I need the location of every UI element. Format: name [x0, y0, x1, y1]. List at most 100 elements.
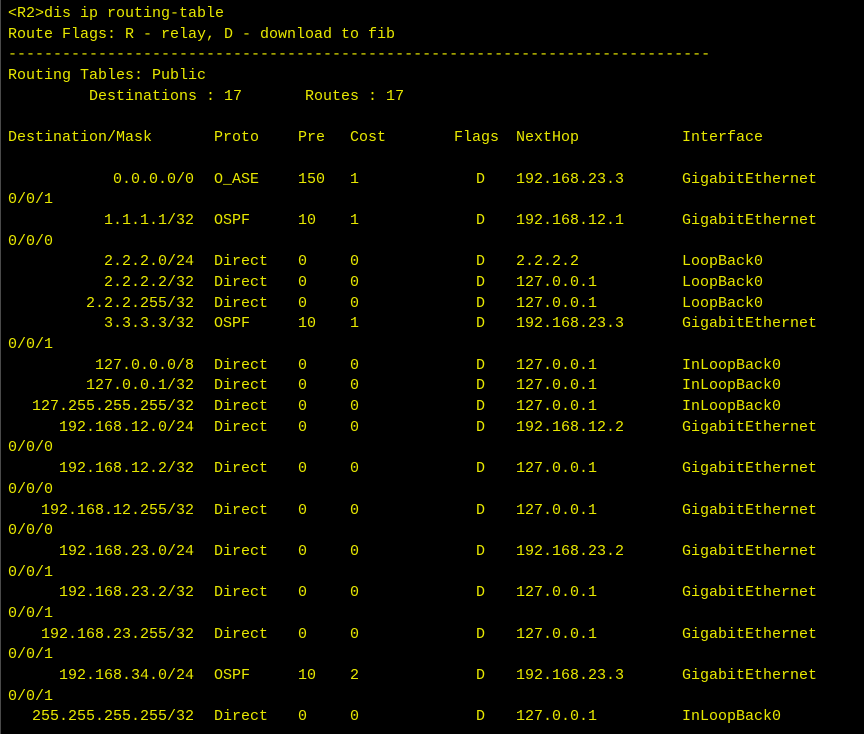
route-destination: 192.168.12.255/32: [41, 501, 195, 519]
route-flags: D: [476, 625, 486, 643]
route-interface: LoopBack0: [682, 273, 764, 291]
route-nexthop: 192.168.23.2: [516, 542, 625, 560]
route-destination: 192.168.12.0/24: [59, 418, 195, 436]
header-flags: Flags: [454, 129, 500, 147]
route-interface: GigabitEthernet: [682, 542, 818, 560]
route-proto: Direct: [214, 377, 269, 395]
route-destination: 255.255.255.255/32: [32, 708, 195, 726]
route-cost: 0: [350, 625, 360, 643]
route-pre: 0: [298, 253, 308, 271]
route-proto: O_ASE: [214, 170, 260, 188]
route-nexthop: 127.0.0.1: [516, 625, 598, 643]
route-interface-continuation: 0/0/0: [8, 522, 54, 540]
header-pre: Pre: [298, 129, 326, 147]
route-proto: Direct: [214, 273, 269, 291]
route-flags: D: [476, 460, 486, 478]
table-row: 192.168.23.2/32 Direct 0 0 D 127.0.0.1 Gigabit…: [8, 583, 860, 604]
route-destination: 192.168.34.0/24: [59, 667, 195, 684]
table-row: 192.168.23.255/32 Direct 0 0 D 127.0.0.1 Gigab…: [8, 625, 860, 646]
route-flags: D: [476, 315, 486, 333]
route-destination: 192.168.23.0/24: [59, 542, 195, 560]
route-flags: D: [476, 708, 486, 726]
table-row: 192.168.12.255/32 Direct 0 0 D 127.0.0.1 Gigab…: [8, 501, 860, 522]
route-destination: 0.0.0.0/0: [113, 170, 195, 188]
route-nexthop: 127.0.0.1: [516, 356, 598, 374]
routing-summary: Destinations : 17 Routes : 17: [8, 87, 405, 105]
command-prompt-line: <R2>dis ip routing-table: [8, 5, 225, 22]
header-proto: Proto: [214, 129, 260, 147]
route-interface-continuation: 0/0/0: [8, 480, 54, 498]
route-cost: 0: [350, 418, 360, 436]
terminal-window[interactable]: <R2>dis ip routing-table Route Flags: R …: [0, 0, 864, 734]
table-row: 192.168.23.0/24 Direct 0 0 D 192.168.23.2 Giga…: [8, 542, 860, 563]
route-interface: GigabitEthernet: [682, 170, 818, 188]
route-destination: 192.168.12.2/32: [59, 460, 195, 478]
route-cost: 0: [350, 460, 360, 478]
route-nexthop: 127.0.0.1: [516, 273, 598, 291]
table-row: 2.2.2.0/24 Direct 0 0 D 2.2.2.2 LoopBack0: [8, 252, 860, 273]
route-proto: Direct: [214, 460, 269, 478]
routing-table-name: Routing Tables: Public: [8, 67, 207, 85]
terminal-output: <R2>dis ip routing-table Route Flags: R …: [8, 4, 860, 728]
route-proto: Direct: [214, 708, 269, 726]
route-cost: 1: [350, 170, 360, 188]
route-flags: D: [476, 273, 486, 291]
route-flags: D: [476, 667, 486, 684]
route-interface: LoopBack0: [682, 253, 764, 271]
route-flags: D: [476, 211, 486, 229]
route-interface: InLoopBack0: [682, 708, 782, 726]
route-cost: 2: [350, 667, 360, 684]
route-flags: D: [476, 377, 486, 395]
route-flags: D: [476, 542, 486, 560]
route-destination: 127.255.255.255/32: [32, 398, 195, 416]
table-row: 255.255.255.255/32 Direct 0 0 D 127.0.0.1 InLo…: [8, 707, 860, 728]
table-row: 2.2.2.255/32 Direct 0 0 D 127.0.0.1 LoopBack0: [8, 294, 860, 315]
table-row: 192.168.34.0/24 OSPF 10 2 D 192.168.23.3 Gigab…: [8, 666, 860, 687]
route-flags-legend: Route Flags: R - relay, D - download to …: [8, 25, 396, 43]
route-proto: Direct: [214, 542, 269, 560]
route-pre: 0: [298, 708, 308, 726]
separator-line: ----------------------------------------…: [8, 46, 711, 64]
route-proto: Direct: [214, 398, 269, 416]
route-flags: D: [476, 501, 486, 519]
route-interface-continuation: 0/0/1: [8, 563, 54, 581]
route-interface-continuation: 0/0/1: [8, 191, 54, 209]
route-flags: D: [476, 398, 486, 416]
route-flags: D: [476, 294, 486, 312]
table-row: 3.3.3.3/32 OSPF 10 1 D 192.168.23.3 GigabitEth…: [8, 314, 860, 335]
route-pre: 0: [298, 294, 308, 312]
route-flags: D: [476, 253, 486, 271]
route-interface: InLoopBack0: [682, 377, 782, 395]
route-cost: 0: [350, 294, 360, 312]
route-interface: InLoopBack0: [682, 356, 782, 374]
route-cost: 0: [350, 501, 360, 519]
route-pre: 150: [298, 170, 326, 188]
route-nexthop: 192.168.12.1: [516, 211, 625, 229]
route-nexthop: 127.0.0.1: [516, 708, 598, 726]
table-row: 127.0.0.0/8 Direct 0 0 D 127.0.0.1 InLoopBack0: [8, 356, 860, 377]
route-pre: 0: [298, 273, 308, 291]
route-destination: 3.3.3.3/32: [104, 315, 195, 333]
route-proto: Direct: [214, 501, 269, 519]
route-cost: 0: [350, 273, 360, 291]
route-interface: GigabitEthernet: [682, 315, 818, 333]
route-interface-continuation: 0/0/1: [8, 336, 54, 353]
table-row: 192.168.12.0/24 Direct 0 0 D 192.168.12.2 Giga…: [8, 418, 860, 439]
route-cost: 0: [350, 377, 360, 395]
route-pre: 0: [298, 501, 308, 519]
route-destination: 127.0.0.1/32: [86, 377, 195, 395]
route-interface: LoopBack0: [682, 294, 764, 312]
table-row: 127.255.255.255/32 Direct 0 0 D 127.0.0.1 InLo…: [8, 397, 860, 418]
route-proto: OSPF: [214, 667, 251, 684]
route-proto: Direct: [214, 356, 269, 374]
table-row: 1.1.1.1/32 OSPF 10 1 D 192.168.12.1 GigabitEth…: [8, 211, 860, 232]
route-pre: 0: [298, 398, 308, 416]
route-pre: 10: [298, 667, 317, 684]
route-nexthop: 192.168.23.3: [516, 170, 625, 188]
route-destination: 2.2.2.0/24: [104, 253, 195, 271]
route-interface: GigabitEthernet: [682, 625, 818, 643]
route-pre: 0: [298, 542, 308, 560]
route-nexthop: 2.2.2.2: [516, 253, 580, 271]
table-row: 0.0.0.0/0 O_ASE 150 1 D 192.168.23.3 GigabitEt…: [8, 170, 860, 191]
